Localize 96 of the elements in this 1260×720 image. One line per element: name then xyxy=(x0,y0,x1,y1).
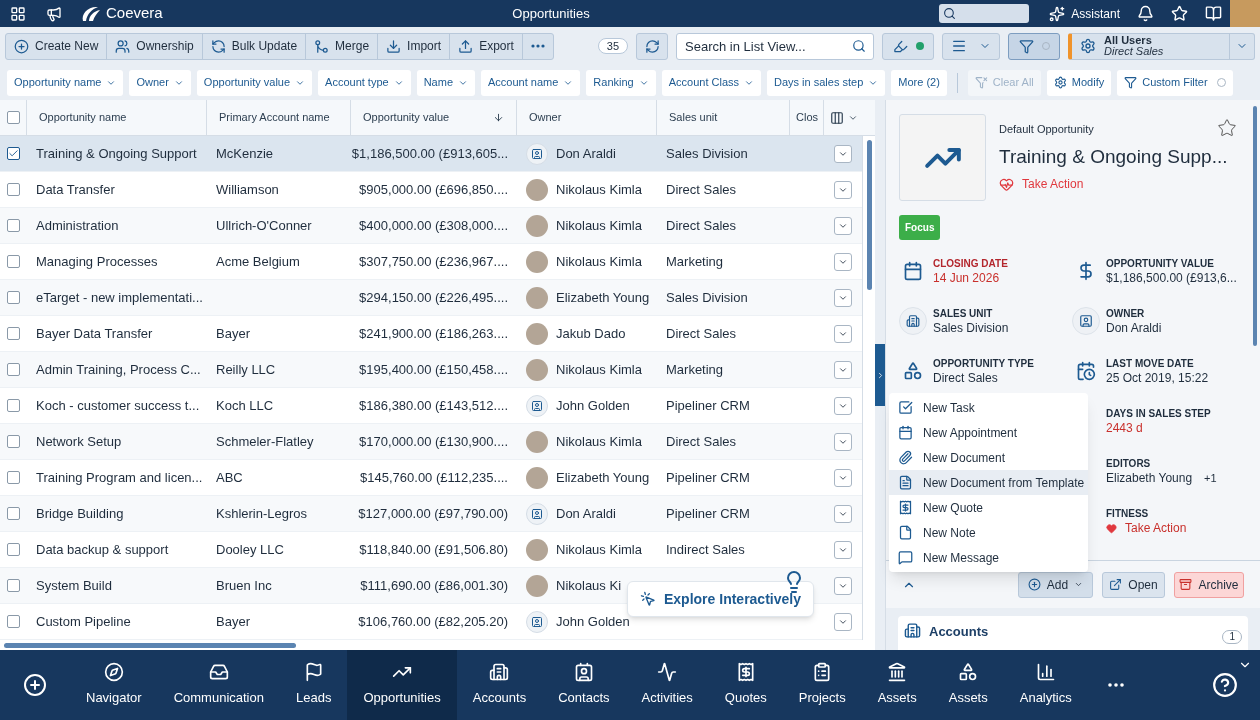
field-label: OPPORTUNITY TYPE xyxy=(933,357,1034,371)
table-cell: Direct Sales xyxy=(666,325,737,341)
table-cell-text: Nikolaus Kimla xyxy=(556,252,642,271)
table-cell: Bruen Inc xyxy=(216,577,272,593)
field-value: 25 Oct 2019, 15:22 xyxy=(1106,371,1209,386)
field-label: DAYS IN SALES STEP xyxy=(1106,407,1211,421)
field-value: Elizabeth Young xyxy=(1106,471,1193,486)
table-cell-text: Nikolaus Ki xyxy=(556,576,622,595)
table-cell-text: $127,000.00 (£97,790.00) xyxy=(358,504,508,523)
table-cell: Admin Training, Process C... xyxy=(36,361,201,377)
table-cell: Sales Division xyxy=(666,289,748,305)
table-cell-text: $186,380.00 (£143,512.... xyxy=(359,396,508,415)
profile-title: All Users xyxy=(1104,35,1153,46)
table-cell: eTarget - new implementati... xyxy=(36,289,203,305)
table-cell: Marketing xyxy=(666,361,724,377)
table-cell: Schmeler-Flatley xyxy=(216,433,314,449)
table-cell: Pipeliner CRM xyxy=(666,505,750,521)
table-cell: Kshlerin-Legros xyxy=(216,505,308,521)
table-cell: Direct Sales xyxy=(666,217,737,233)
table-cell: McKenzie xyxy=(216,145,274,161)
table-cell: Pipeliner CRM xyxy=(666,469,750,485)
field-value: $1,186,500.00 (£913,6... xyxy=(1106,271,1237,286)
table-cell-text: John Golden xyxy=(556,396,630,415)
table-cell-text: Nikolaus Kimla xyxy=(556,432,642,451)
field-label: OPPORTUNITY VALUE xyxy=(1106,257,1215,271)
field-label: SALES UNIT xyxy=(933,307,994,321)
field-label: FITNESS xyxy=(1106,507,1150,521)
table-cell: Pipeliner CRM xyxy=(666,397,750,413)
table-cell-text: Don Araldi xyxy=(556,144,616,163)
table-cell-text: $307,750.00 (£236,967.... xyxy=(359,252,508,271)
field-label: LAST MOVE DATE xyxy=(1106,357,1195,371)
table-cell-text: Jakub Dado xyxy=(556,324,626,343)
table-cell: Bayer xyxy=(216,613,250,629)
table-cell: Training Program and licen... xyxy=(36,469,203,485)
field-value: Don Araldi xyxy=(1106,321,1162,336)
table-cell-text: Nikolaus Kimla xyxy=(556,216,642,235)
table-cell: Marketing xyxy=(666,253,724,269)
card-title: Accounts xyxy=(929,623,990,641)
table-cell: Dooley LLC xyxy=(216,541,284,557)
health-status: Take Action xyxy=(1022,176,1084,193)
table-cell: Bayer Data Transfer xyxy=(36,325,153,341)
table-cell-text: John Golden xyxy=(556,612,630,631)
table-cell: Bridge Building xyxy=(36,505,124,521)
table-cell-text: $294,150.00 (£226,495.... xyxy=(359,288,508,307)
table-cell-text: Nikolaus Kimla xyxy=(556,360,642,379)
field-label: OWNER xyxy=(1106,307,1146,321)
table-cell-text: $905,000.00 (£696,850.... xyxy=(359,180,508,199)
table-cell: Direct Sales xyxy=(666,433,737,449)
table-cell: Koch LLC xyxy=(216,397,274,413)
field-value: 14 Jun 2026 xyxy=(933,271,1000,286)
table-cell: Acme Belgium xyxy=(216,253,300,269)
field-label: CLOSING DATE xyxy=(933,257,1008,271)
table-cell: Reilly LLC xyxy=(216,361,276,377)
profile-subtitle: Direct Sales xyxy=(1104,46,1165,57)
table-cell: Network Setup xyxy=(36,433,122,449)
table-cell-text: $145,760.00 (£112,235.... xyxy=(360,468,508,487)
table-cell: Training & Ongoing Support xyxy=(36,145,197,161)
table-cell-text: $241,900.00 (£186,263.... xyxy=(359,324,508,343)
table-cell: Administration xyxy=(36,217,119,233)
more-count: +1 xyxy=(1204,471,1217,486)
table-cell-text: $111,690.00 (£86,001.30) xyxy=(360,576,508,595)
table-cell: Custom Pipeline xyxy=(36,613,131,629)
opportunity-title: Training & Ongoing Supp... xyxy=(999,144,1229,169)
brand-name: Coevera xyxy=(106,3,163,24)
table-cell: Data Transfer xyxy=(36,181,115,197)
table-cell-text: Elizabeth Young xyxy=(556,288,650,307)
field-label: EDITORS xyxy=(1106,457,1152,471)
opportunity-type-label: Default Opportunity xyxy=(999,122,1094,137)
field-value: Direct Sales xyxy=(933,371,998,386)
table-cell-text: $400,000.00 (£308,000.... xyxy=(359,216,508,235)
table-cell-text: Nikolaus Kimla xyxy=(556,540,642,559)
table-cell: System Build xyxy=(36,577,112,593)
table-cell: Indirect Sales xyxy=(666,541,745,557)
table-cell: Koch - customer success t... xyxy=(36,397,200,413)
field-value: 2443 d xyxy=(1106,421,1143,436)
table-cell: Data backup & support xyxy=(36,541,169,557)
table-cell: Sales Division xyxy=(666,145,748,161)
field-value: Take Action xyxy=(1125,521,1187,536)
table-cell: Managing Processes xyxy=(36,253,158,269)
record-count: 35 xyxy=(597,38,629,54)
page-title: Opportunities xyxy=(512,4,590,23)
table-cell: Bayer xyxy=(216,325,250,341)
table-cell-text: $1,186,500.00 (£913,605... xyxy=(351,144,508,163)
table-cell-text: Nikolaus Kimla xyxy=(556,180,642,199)
table-cell-text: $118,840.00 (£91,506.80) xyxy=(359,540,508,559)
focus-tag: Focus xyxy=(899,215,941,240)
field-value: Sales Division xyxy=(933,321,1009,336)
table-cell-text: Don Araldi xyxy=(556,504,616,523)
table-cell: Ullrich-O'Conner xyxy=(216,217,312,233)
table-cell: Direct Sales xyxy=(666,181,737,197)
table-cell-text: Elizabeth Young xyxy=(556,468,650,487)
table-cell: ABC xyxy=(216,469,243,485)
table-cell: Williamson xyxy=(216,181,279,197)
table-cell-text: $170,000.00 (£130,900.... xyxy=(359,432,508,451)
table-cell-text: $106,760.00 (£82,205.20) xyxy=(358,612,508,631)
table-cell-text: $195,400.00 (£150,458.... xyxy=(359,360,508,379)
